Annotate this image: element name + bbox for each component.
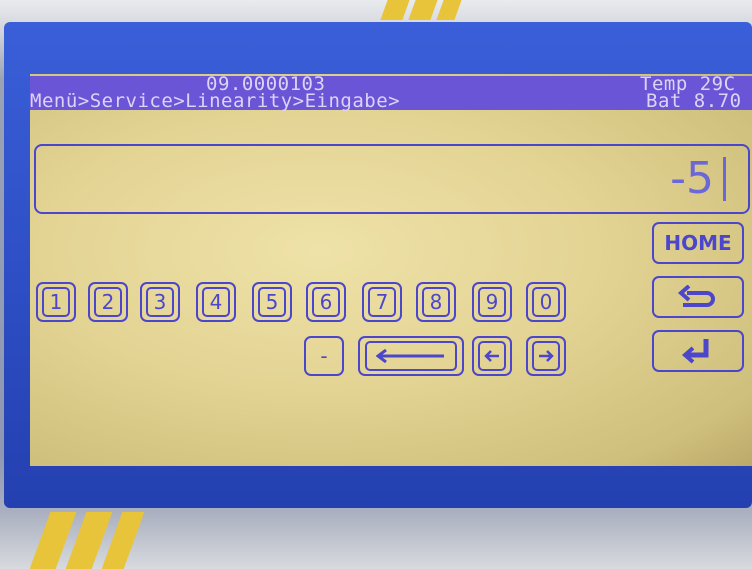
enter-icon — [680, 337, 716, 365]
header-bar: 09.0000103 Temp 29C Menü>Service>Lineari… — [30, 75, 752, 112]
minus-key[interactable]: - — [304, 336, 344, 376]
key-4[interactable]: 4 — [196, 282, 236, 322]
input-value: -5 — [670, 153, 714, 204]
text-cursor — [723, 157, 726, 201]
key-8[interactable]: 8 — [416, 282, 456, 322]
key-label: 0 — [532, 287, 560, 317]
cursor-left-key[interactable] — [472, 336, 512, 376]
key-3[interactable]: 3 — [140, 282, 180, 322]
decorative-stripe — [436, 0, 462, 20]
decorative-stripe — [408, 0, 438, 20]
lcd-screen: 09.0000103 Temp 29C Menü>Service>Lineari… — [30, 74, 752, 466]
key-label: 2 — [94, 287, 122, 317]
key-5[interactable]: 5 — [252, 282, 292, 322]
key-1[interactable]: 1 — [36, 282, 76, 322]
key-label: 9 — [478, 287, 506, 317]
device-housing: 09.0000103 Temp 29C Menü>Service>Lineari… — [0, 0, 752, 569]
right-arrow-icon — [532, 341, 560, 371]
return-arrow-icon — [677, 285, 719, 309]
key-7[interactable]: 7 — [362, 282, 402, 322]
enter-button[interactable] — [652, 330, 744, 372]
long-left-arrow-icon — [365, 341, 457, 371]
key-label: 7 — [368, 287, 396, 317]
key-2[interactable]: 2 — [88, 282, 128, 322]
value-input-field[interactable]: -5 — [34, 144, 750, 214]
key-6[interactable]: 6 — [306, 282, 346, 322]
left-arrow-icon — [478, 341, 506, 371]
minus-key-label: - — [320, 344, 328, 368]
decorative-stripe — [380, 0, 410, 20]
key-0[interactable]: 0 — [526, 282, 566, 322]
key-label: 8 — [422, 287, 450, 317]
home-button[interactable]: HOME — [652, 222, 744, 264]
key-9[interactable]: 9 — [472, 282, 512, 322]
home-button-label: HOME — [664, 231, 732, 255]
battery-readout: Bat 8.70 — [646, 90, 742, 112]
key-label: 1 — [42, 287, 70, 317]
key-label: 4 — [202, 287, 230, 317]
key-label: 3 — [146, 287, 174, 317]
back-button[interactable] — [652, 276, 744, 318]
breadcrumb: Menü>Service>Linearity>Eingabe> — [30, 90, 401, 112]
backspace-key[interactable] — [358, 336, 464, 376]
cursor-right-key[interactable] — [526, 336, 566, 376]
key-label: 5 — [258, 287, 286, 317]
key-label: 6 — [312, 287, 340, 317]
